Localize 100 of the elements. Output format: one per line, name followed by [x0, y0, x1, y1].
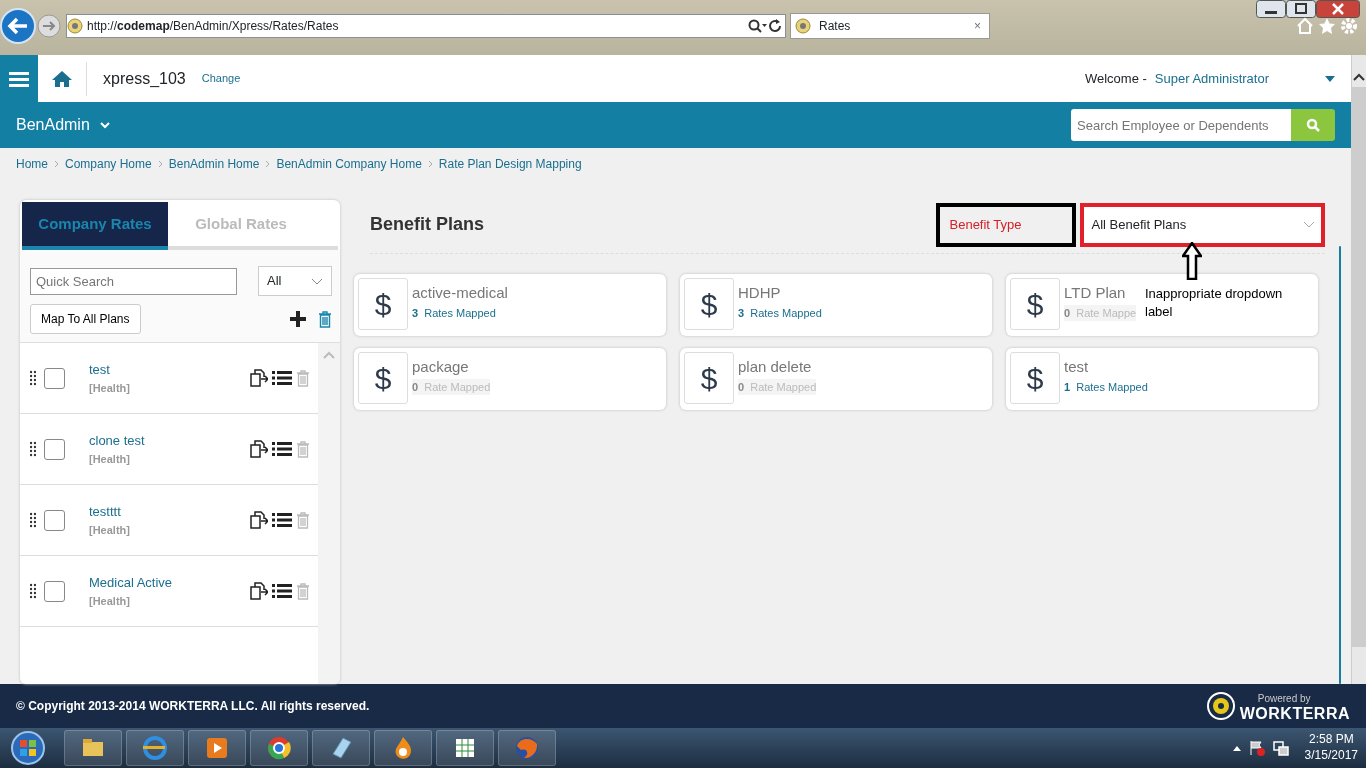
user-link[interactable]: Super Administrator	[1154, 68, 1269, 89]
plus-icon[interactable]	[290, 311, 306, 327]
filter-dropdown[interactable]: All	[258, 266, 332, 296]
chevron-down-icon	[311, 277, 323, 285]
tray-expand-icon[interactable]	[1232, 745, 1241, 751]
copy-icon[interactable]	[250, 582, 268, 600]
item-checkbox[interactable]	[44, 367, 65, 389]
filter-label: Benefit Type	[935, 202, 1076, 247]
item-checkbox[interactable]	[44, 509, 65, 531]
company-name: xpress_103	[103, 68, 186, 89]
flag-icon[interactable]	[1248, 740, 1265, 756]
copy-icon[interactable]	[250, 369, 268, 387]
network-icon[interactable]	[1272, 740, 1289, 756]
welcome-text: Welcome -	[1084, 69, 1147, 88]
rate-category: [Health]	[89, 451, 131, 467]
forward-icon[interactable]	[36, 13, 62, 39]
list-icon[interactable]	[272, 370, 292, 386]
site-icon	[795, 18, 811, 34]
back-icon[interactable]	[0, 8, 36, 44]
chevron-right-icon	[54, 160, 59, 168]
plan-card[interactable]: $ package 0 Rate Mapped	[354, 348, 666, 410]
minimize-icon[interactable]	[1256, 0, 1286, 18]
home-icon[interactable]	[52, 69, 72, 88]
chevron-down-icon[interactable]	[99, 121, 110, 129]
scroll-up-icon[interactable]	[1353, 73, 1365, 81]
breadcrumb-link[interactable]: BenAdmin Home	[168, 155, 260, 173]
dollar-icon: $	[1010, 352, 1060, 404]
dollar-icon: $	[1010, 278, 1060, 330]
item-checkbox[interactable]	[44, 438, 65, 460]
item-checkbox[interactable]	[44, 580, 65, 602]
plan-name: test	[1064, 357, 1090, 377]
copy-icon[interactable]	[250, 511, 268, 529]
browser-icon[interactable]	[141, 734, 169, 762]
trash-icon[interactable]	[318, 310, 332, 328]
clock-time[interactable]: 2:58 PM	[1308, 732, 1354, 748]
drag-handle-icon[interactable]	[30, 583, 36, 599]
tab-close-button[interactable]: ×	[974, 17, 981, 35]
chevron-right-icon	[427, 160, 433, 168]
chevron-right-icon	[265, 160, 271, 168]
address-field[interactable]: http://codemap/BenAdmin/Xpress/Rates/Rates	[66, 14, 786, 38]
list-icon[interactable]	[272, 583, 292, 599]
breadcrumb-link[interactable]: BenAdmin Company Home	[276, 155, 422, 173]
star-icon[interactable]	[1318, 17, 1336, 35]
plan-card[interactable]: $ HDHP 3 Rates Mapped	[680, 274, 992, 336]
map-to-all-plans-button[interactable]: Map To All Plans	[30, 304, 141, 334]
browser-tab[interactable]: Rates ×	[790, 13, 990, 39]
dollar-icon: $	[684, 278, 734, 330]
menu-icon[interactable]	[9, 70, 29, 87]
breadcrumb-link[interactable]: Rate Plan Design Mapping	[438, 155, 582, 173]
copy-icon[interactable]	[250, 440, 268, 458]
rates-mapped-count: 1 Rates Mapped	[1064, 379, 1148, 395]
employee-search-field[interactable]: Search Employee or Dependents	[1071, 109, 1291, 141]
breadcrumb-link[interactable]: Company Home	[65, 155, 152, 173]
plan-name: LTD Plan	[1064, 283, 1127, 303]
rates-mapped-count: 0 Rate Mapped	[412, 378, 491, 395]
module-title[interactable]: BenAdmin	[16, 113, 90, 137]
powered-by-text: Powered by	[1256, 691, 1312, 706]
settings-icon[interactable]	[1340, 17, 1358, 35]
home-icon[interactable]	[1296, 17, 1314, 35]
rate-name-link[interactable]: test	[89, 360, 250, 380]
site-icon	[67, 18, 83, 34]
rate-category: [Health]	[89, 380, 131, 396]
benefit-type-dropdown[interactable]: All Benefit Plans	[1079, 202, 1325, 247]
dollar-icon: $	[358, 278, 408, 330]
change-link[interactable]: Change	[201, 70, 241, 87]
rates-mapped-count: 0 Rate Mapped	[738, 378, 817, 395]
rate-category: [Health]	[89, 522, 131, 538]
clock-date[interactable]: 3/15/2017	[1304, 748, 1358, 764]
drag-handle-icon[interactable]	[30, 512, 36, 528]
dollar-icon: $	[358, 352, 408, 404]
dollar-icon: $	[684, 352, 734, 404]
breadcrumb-link[interactable]: Home	[16, 155, 48, 173]
rate-name-link[interactable]: testttt	[89, 502, 250, 522]
scroll-thumb[interactable]	[1352, 87, 1366, 647]
plan-card[interactable]: $ plan delete 0 Rate Mapped	[680, 348, 992, 410]
quick-search-field[interactable]: Quick Search	[30, 267, 237, 295]
panel-tab[interactable]: Company Rates	[22, 202, 168, 250]
search-icon[interactable]	[747, 18, 767, 34]
maximize-icon[interactable]	[1286, 0, 1316, 18]
rate-name-link[interactable]: Medical Active	[89, 573, 250, 593]
close-icon[interactable]	[1316, 0, 1360, 18]
section-title: Benefit Plans	[370, 213, 485, 236]
chevron-down-icon	[1302, 221, 1315, 228]
plan-name: package	[412, 357, 470, 377]
list-icon[interactable]	[272, 441, 292, 457]
plan-card[interactable]: $ test 1 Rates Mapped	[1006, 348, 1318, 410]
copyright-text: © Copyright 2013-2014 WORKTERRA LLC. All rights reserved.	[16, 698, 370, 715]
drag-handle-icon[interactable]	[30, 370, 36, 386]
plan-card[interactable]: $ active-medical 3 Rates Mapped	[354, 274, 666, 336]
rate-name-link[interactable]: clone test	[89, 431, 250, 451]
scroll-thumb[interactable]	[1338, 246, 1341, 684]
caret-icon[interactable]	[1325, 75, 1335, 82]
annotation-arrow	[1182, 242, 1202, 280]
list-icon[interactable]	[272, 512, 292, 528]
search-icon	[1306, 118, 1320, 132]
rates-mapped-count: 3 Rates Mapped	[412, 305, 497, 321]
browser-icon[interactable]	[265, 734, 293, 762]
rates-mapped-count: 3 Rates Mapped	[738, 305, 822, 321]
chevron-right-icon	[157, 160, 163, 168]
drag-handle-icon[interactable]	[30, 441, 36, 457]
